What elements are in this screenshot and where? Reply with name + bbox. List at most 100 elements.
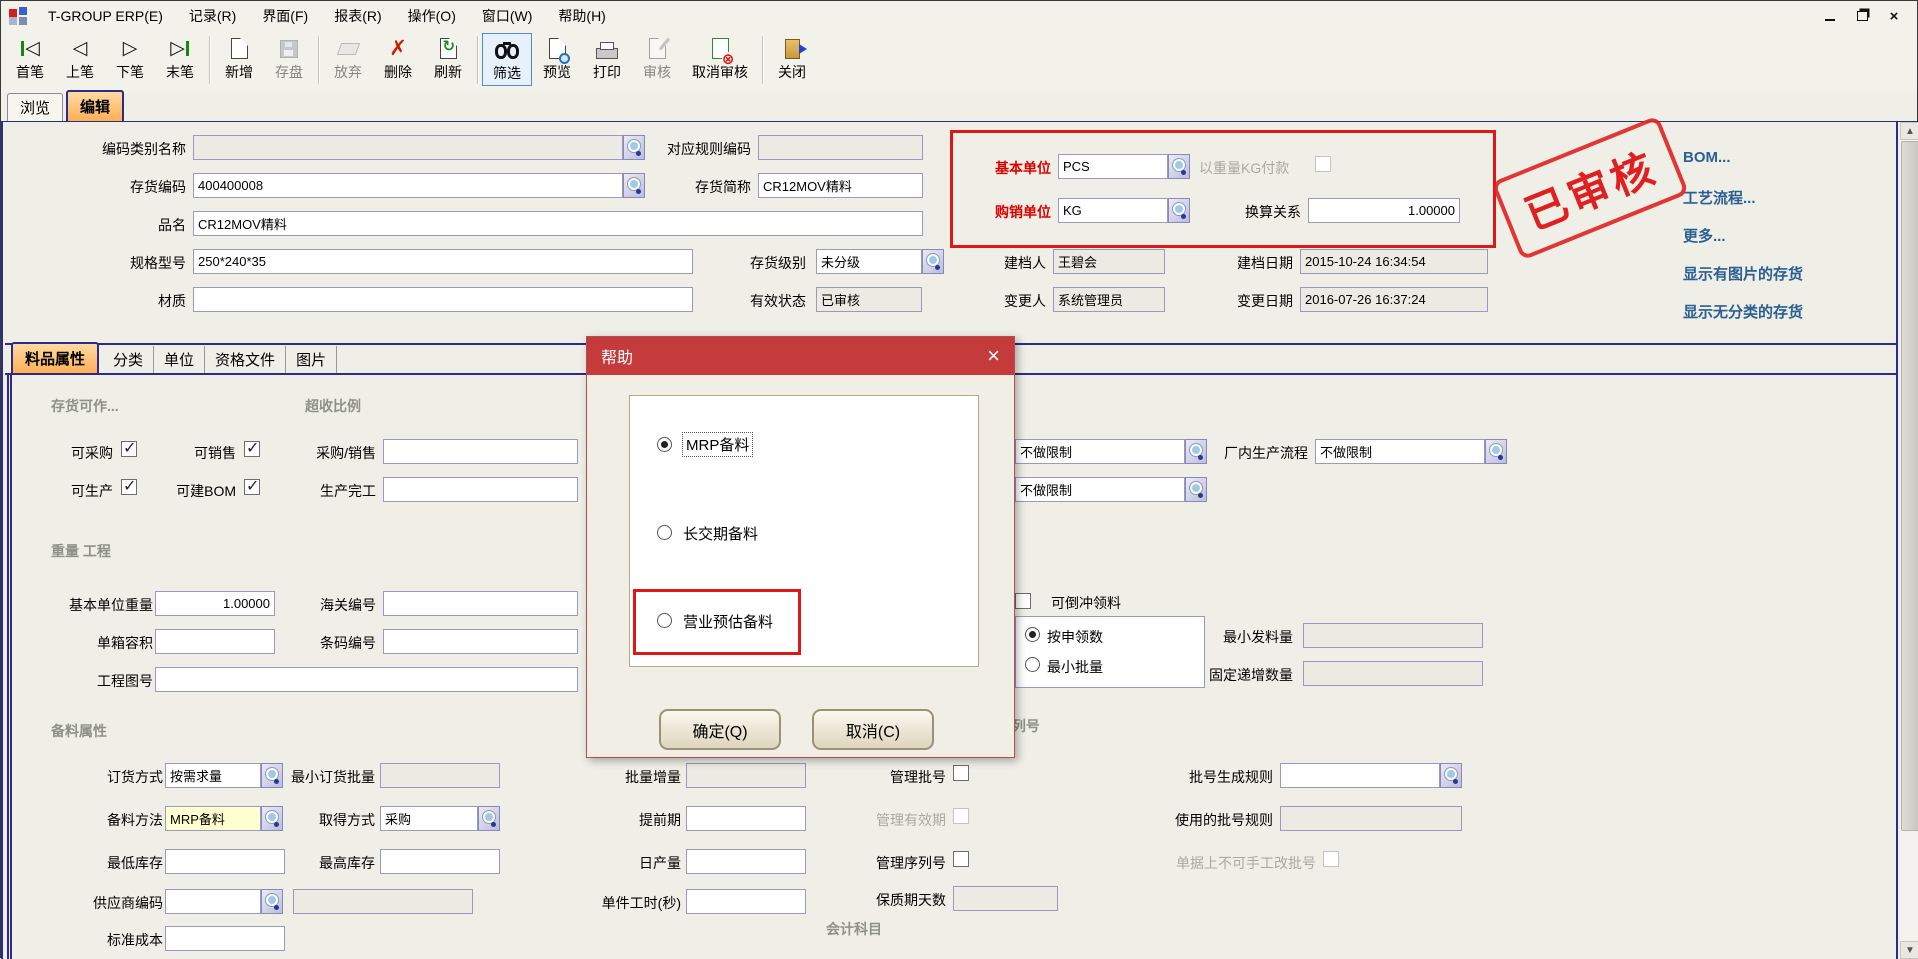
issue-by-request-radio[interactable] (1025, 627, 1040, 642)
used-rule-input (1280, 806, 1462, 831)
gen-rule-input[interactable] (1280, 763, 1440, 788)
delete-button[interactable]: ✗删除 (373, 33, 423, 86)
daily-output-input[interactable] (686, 849, 806, 874)
spec-model-input[interactable] (193, 249, 693, 274)
tab-unit[interactable]: 单位 (154, 346, 205, 373)
last-record-button[interactable]: ▷末笔 (155, 33, 205, 86)
accounting-header: 会计科目 (826, 919, 882, 939)
lookup-icon[interactable] (261, 889, 283, 914)
minimize-icon[interactable] (1819, 7, 1841, 25)
close-window-icon[interactable]: × (1883, 7, 1905, 25)
first-record-button[interactable]: ◁首笔 (5, 33, 55, 86)
material-input[interactable] (193, 287, 693, 312)
link-process-flow[interactable]: 工艺流程... (1683, 187, 1756, 208)
tab-qualification-files[interactable]: 资格文件 (205, 346, 286, 373)
lead-time-input[interactable] (686, 806, 806, 831)
link-more[interactable]: 更多... (1683, 225, 1726, 246)
manage-batch-checkbox[interactable] (953, 765, 969, 781)
over-purchase-sale-input[interactable] (383, 439, 578, 464)
lookup-icon[interactable] (1440, 763, 1462, 788)
factory-flow-input[interactable] (1315, 439, 1485, 464)
lead-time-label: 提前期 (531, 810, 681, 830)
first-record-icon: ◁ (20, 35, 40, 62)
product-name-input[interactable] (193, 211, 923, 236)
vertical-scrollbar[interactable]: ▲ ▼ (1900, 122, 1918, 959)
dialog-ok-button[interactable]: 确定(Q) (659, 709, 781, 750)
prep-method-label: 备料方法 (13, 810, 163, 830)
link-bom[interactable]: BOM... (1683, 149, 1731, 166)
supplier-code-label: 供应商编码 (13, 893, 163, 913)
menu-item-interface[interactable]: 界面(F) (249, 2, 321, 30)
barcode-input[interactable] (383, 629, 578, 654)
filter-button[interactable]: 筛选 (482, 33, 532, 86)
std-cost-input[interactable] (165, 926, 285, 951)
menu-item-help[interactable]: 帮助(H) (545, 2, 618, 30)
min-stock-label: 最低库存 (13, 853, 163, 873)
prev-record-button[interactable]: ◁上笔 (55, 33, 105, 86)
cancel-audit-button[interactable]: ⊗取消审核 (682, 33, 758, 86)
drawing-no-label: 工程图号 (3, 671, 153, 691)
mrp-prep-option-label[interactable]: MRP备料 (683, 433, 752, 456)
refresh-button[interactable]: ↻刷新 (423, 33, 473, 86)
over-production-input[interactable] (383, 477, 578, 502)
max-stock-label: 最高库存 (225, 853, 375, 873)
menu-item-report[interactable]: 报表(R) (321, 2, 394, 30)
save-button: 存盘 (264, 33, 314, 86)
backflush-checkbox[interactable] (1015, 593, 1031, 609)
scroll-up-icon[interactable]: ▲ (1900, 122, 1918, 140)
max-stock-input[interactable] (380, 849, 500, 874)
tab-browse[interactable]: 浏览 (7, 93, 63, 121)
preview-button[interactable]: 预览 (532, 33, 582, 86)
unit-hours-input[interactable] (686, 889, 806, 914)
customs-code-input[interactable] (383, 591, 578, 616)
lookup-icon[interactable] (478, 806, 500, 831)
tab-image[interactable]: 图片 (286, 346, 337, 373)
create-date-label: 建档日期 (1133, 253, 1293, 273)
app-icon (9, 7, 27, 25)
dialog-titlebar[interactable]: 帮助 × (587, 337, 1014, 375)
discard-button: 放弃 (323, 33, 373, 86)
dialog-close-icon[interactable]: × (987, 345, 1000, 367)
long-leadtime-option-label[interactable]: 长交期备料 (683, 523, 758, 544)
prep-header: 备料属性 (51, 721, 107, 741)
can-purchase-label: 可采购 (13, 443, 113, 463)
scrollbar-thumb[interactable] (1901, 141, 1918, 831)
restore-icon[interactable] (1851, 7, 1873, 25)
manage-valid-checkbox (953, 808, 969, 824)
can-purchase-checkbox[interactable] (121, 441, 137, 457)
drawing-no-input[interactable] (155, 667, 578, 692)
menu-item-record[interactable]: 记录(R) (176, 2, 249, 30)
std-cost-label: 标准成本 (13, 930, 163, 950)
tab-item-attributes[interactable]: 料品属性 (11, 342, 99, 373)
close-button[interactable]: 关闭 (767, 33, 817, 86)
dialog-cancel-button[interactable]: 取消(C) (812, 709, 934, 750)
long-leadtime-radio[interactable] (657, 525, 672, 540)
link-show-unclassified[interactable]: 显示无分类的存货 (1683, 301, 1803, 322)
min-issue-label: 最小发料量 (1133, 627, 1293, 647)
lookup-icon[interactable] (1485, 439, 1507, 464)
product-name-label: 品名 (26, 215, 186, 235)
limit2-input[interactable] (1015, 477, 1185, 502)
mrp-prep-radio[interactable] (657, 437, 672, 452)
tab-classification[interactable]: 分类 (103, 346, 154, 373)
scroll-down-icon[interactable]: ▼ (1900, 941, 1918, 959)
issue-min-batch-radio[interactable] (1025, 657, 1040, 672)
menu-item-window[interactable]: 窗口(W) (469, 2, 546, 30)
link-show-with-image[interactable]: 显示有图片的存货 (1683, 263, 1803, 284)
over-production-label: 生产完工 (216, 481, 376, 501)
modify-date-label: 变更日期 (1133, 291, 1293, 311)
lookup-icon[interactable] (1185, 477, 1207, 502)
menu-item-operate[interactable]: 操作(O) (395, 2, 469, 30)
next-record-button[interactable]: ▷下笔 (105, 33, 155, 86)
new-document-icon (231, 35, 248, 62)
tab-edit[interactable]: 编辑 (66, 90, 124, 121)
print-button[interactable]: 打印 (582, 33, 632, 86)
menu-item-app[interactable]: T-GROUP ERP(E) (35, 4, 176, 28)
stock-code-input[interactable] (193, 173, 623, 198)
delete-x-icon: ✗ (389, 35, 407, 62)
supplier-code-input[interactable] (165, 889, 261, 914)
manage-serial-checkbox[interactable] (953, 851, 969, 867)
acquire-input[interactable] (380, 806, 478, 831)
new-button[interactable]: 新增 (214, 33, 264, 86)
can-produce-checkbox[interactable] (121, 479, 137, 495)
